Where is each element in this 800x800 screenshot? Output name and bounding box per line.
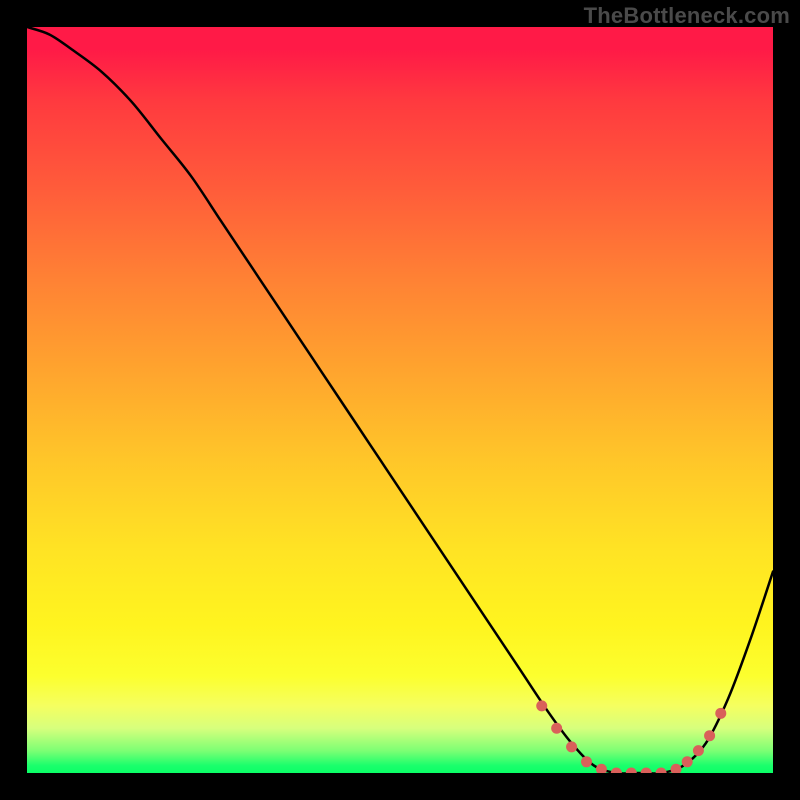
marker-dot (656, 768, 667, 774)
chart-container: TheBottleneck.com (0, 0, 800, 800)
marker-dot (536, 700, 547, 711)
marker-dot (682, 756, 693, 767)
plot-area (27, 27, 773, 773)
marker-dot (596, 764, 607, 773)
marker-dot (626, 768, 637, 774)
marker-dot (641, 768, 652, 774)
marker-dot (566, 741, 577, 752)
marker-dot (704, 730, 715, 741)
marker-dot (671, 764, 682, 773)
watermark-text: TheBottleneck.com (584, 3, 790, 29)
marker-dot (715, 708, 726, 719)
chart-svg (27, 27, 773, 773)
marker-dot (693, 745, 704, 756)
bottleneck-curve (27, 27, 773, 773)
marker-dot (581, 756, 592, 767)
marker-dot (551, 723, 562, 734)
marker-dot (611, 768, 622, 774)
